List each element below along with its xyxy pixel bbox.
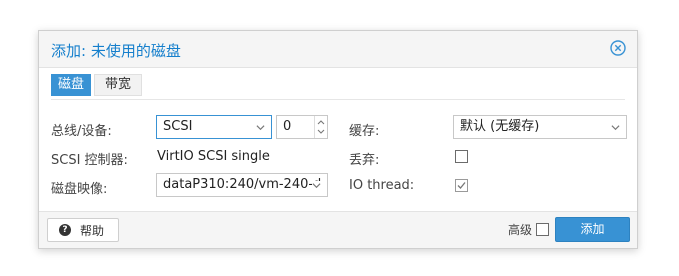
device-number-stepper[interactable]: 0 xyxy=(276,115,328,139)
checkmark-icon xyxy=(457,182,466,189)
io-thread-label: IO thread: xyxy=(349,178,415,193)
scsi-controller-value: VirtIO SCSI single xyxy=(157,149,270,164)
tab-bandwidth[interactable]: 带宽 xyxy=(94,74,142,96)
device-number-value: 0 xyxy=(283,119,292,134)
help-button[interactable]: ? 帮助 xyxy=(47,218,119,242)
cache-select[interactable]: 默认 (无缓存) xyxy=(453,115,627,139)
tab-divider xyxy=(51,99,625,100)
dialog-title: 添加: 未使用的磁盘 xyxy=(51,42,181,60)
spinner-arrows-icon[interactable] xyxy=(314,116,327,138)
dialog-footer: ? 帮助 高级 添加 xyxy=(39,211,637,248)
discard-label: 丢弃: xyxy=(349,153,380,168)
cache-select-value: 默认 (无缓存) xyxy=(460,119,540,134)
dialog-header: 添加: 未使用的磁盘 xyxy=(39,31,637,68)
scsi-controller-label: SCSI 控制器: xyxy=(51,153,128,168)
question-circle-icon: ? xyxy=(59,224,71,236)
bus-select-value: SCSI xyxy=(163,119,193,134)
chevron-down-icon xyxy=(611,125,620,131)
advanced-label: 高级 xyxy=(507,223,532,237)
chevron-down-icon xyxy=(256,125,265,131)
io-thread-checkbox[interactable] xyxy=(455,179,468,192)
close-icon[interactable] xyxy=(610,40,626,56)
cache-label: 缓存: xyxy=(349,124,380,139)
bus-device-label: 总线/设备: xyxy=(51,124,112,139)
bus-select[interactable]: SCSI xyxy=(156,115,272,139)
disk-image-select[interactable]: dataP310:240/vm-240-d xyxy=(156,173,328,197)
advanced-checkbox[interactable] xyxy=(536,223,549,236)
disk-image-label: 磁盘映像: xyxy=(51,182,108,197)
disk-image-value: dataP310:240/vm-240-d xyxy=(163,177,322,192)
tab-disk[interactable]: 磁盘 xyxy=(51,74,91,96)
chevron-down-icon xyxy=(312,181,321,190)
discard-checkbox[interactable] xyxy=(455,150,468,163)
add-button[interactable]: 添加 xyxy=(555,217,630,242)
help-button-label: 帮助 xyxy=(80,224,105,238)
add-unused-disk-dialog: 添加: 未使用的磁盘 磁盘 带宽 总线/设备: SCSI 0 SCSI 控制器:… xyxy=(38,30,638,249)
